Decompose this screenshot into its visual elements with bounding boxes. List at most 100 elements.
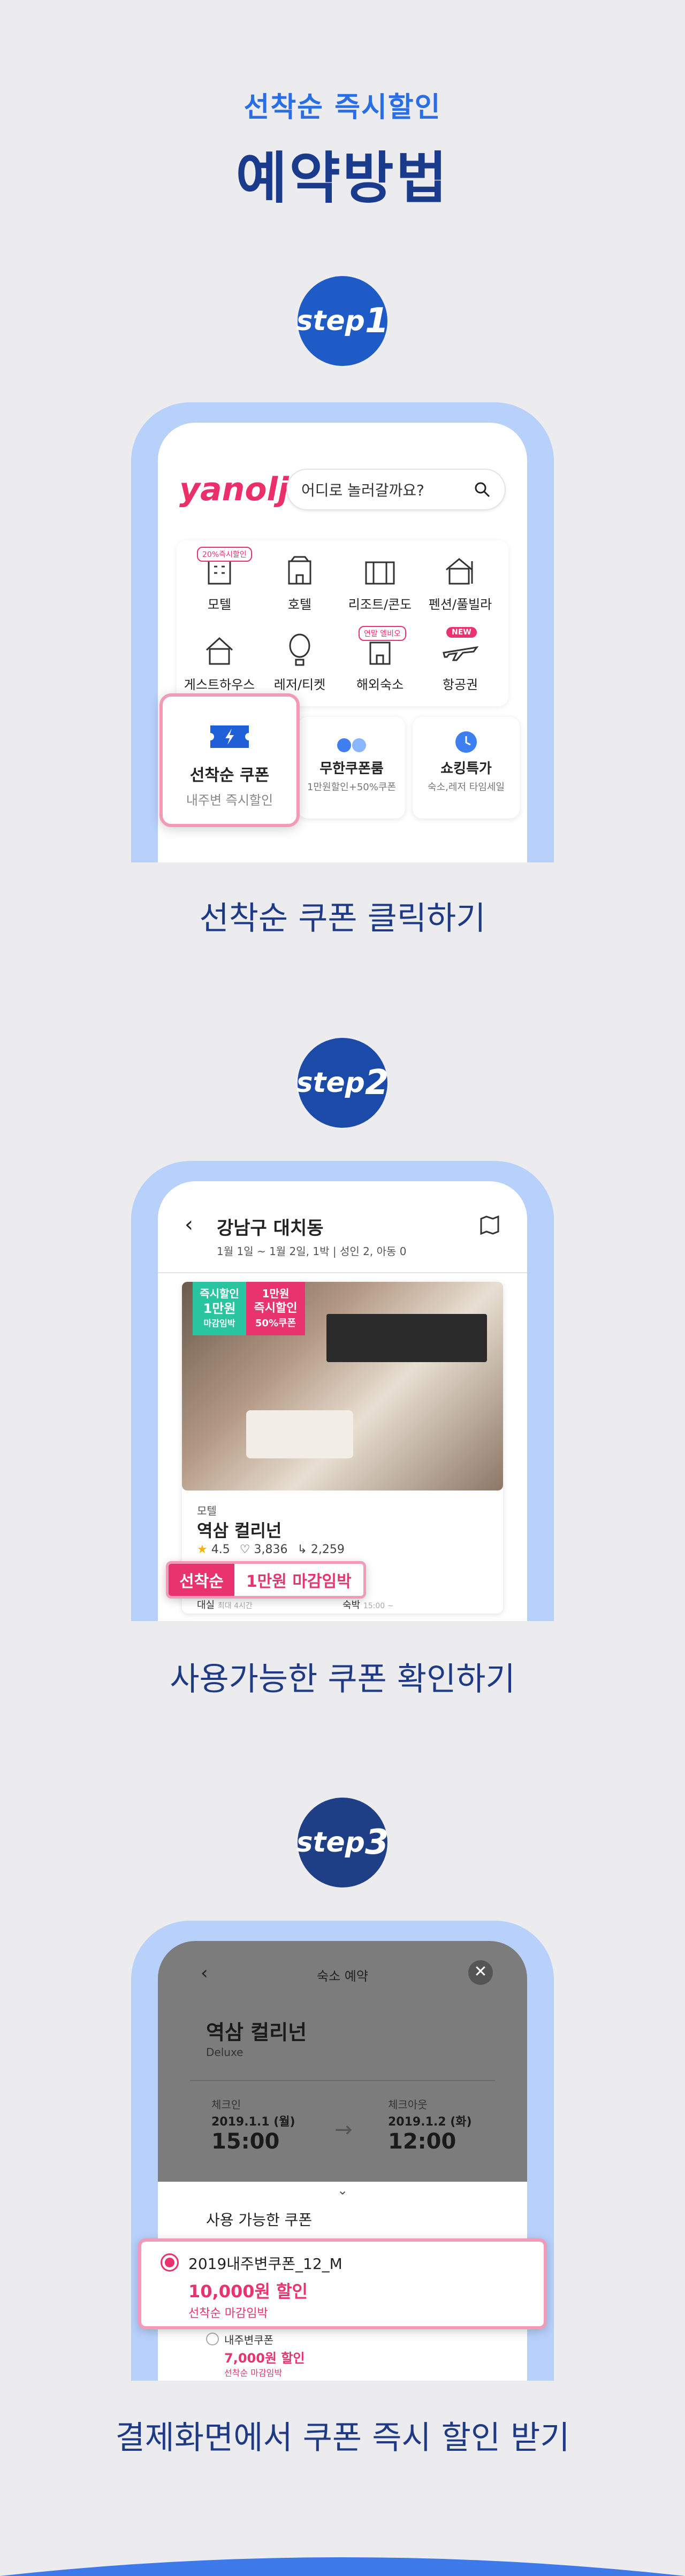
step-3-caption: 결제화면에서 쿠폰 즉시 할인 받기 xyxy=(115,2419,570,2457)
category-motel[interactable]: 20%즉시할인 모텔 xyxy=(182,547,257,613)
likes: ↳ 2,259 xyxy=(297,1543,344,1556)
review-count: 3,836 xyxy=(254,1543,288,1556)
card-subtitle: 숙소,레저 타임세일 xyxy=(428,782,505,793)
category-label: 게스트하우스 xyxy=(184,677,255,692)
coupon-ticket-icon xyxy=(210,725,249,748)
promo-badge: 연말 엘비오 xyxy=(359,626,406,641)
card-subtitle: 1만원할인+50%쿠폰 xyxy=(307,782,396,793)
tag-line: 즉시할인 xyxy=(254,1302,298,1315)
selected-coupon-card[interactable]: 2019내주변쿠폰_12_M 10,000원 할인 선착순 마감임박 xyxy=(138,2238,547,2329)
step-label: step xyxy=(296,1826,365,1859)
coupon1-amount: 10,000원 할인 xyxy=(188,2281,308,2302)
category-label: 리조트/콘도 xyxy=(348,597,412,612)
card-title: 무한쿠폰룸 xyxy=(319,761,384,777)
category-leisure[interactable]: 레저/티켓 xyxy=(262,631,337,693)
hotel-category: 모텔 xyxy=(197,1504,217,1517)
share-icon: ↳ xyxy=(297,1543,307,1556)
hotel-stats: ★ 4.5 ♡ 3,836 ↳ 2,259 xyxy=(197,1543,345,1556)
tag-line: 1만원 xyxy=(203,1301,236,1316)
first-come-coupon-card[interactable]: 선착순 쿠폰 내주변 즉시할인 xyxy=(159,693,300,827)
coupons-title: 사용 가능한 쿠폰 xyxy=(206,2211,313,2229)
tag-line: 즉시할인 xyxy=(200,1287,239,1300)
comment-icon: ♡ xyxy=(239,1543,250,1556)
star-icon: ★ xyxy=(197,1543,208,1556)
coupon-label: 선착순 xyxy=(169,1564,234,1596)
coupon-callout[interactable]: 선착순 1만원 마감임박 xyxy=(166,1561,366,1599)
resort-icon xyxy=(365,561,395,585)
checkout-time: 12:00 xyxy=(388,2129,456,2154)
card-subtitle: 내주변 즉시할인 xyxy=(186,793,273,808)
card-title: 선착순 쿠폰 xyxy=(189,766,270,785)
card-title: 쇼킹특가 xyxy=(440,761,492,777)
search-icon xyxy=(475,482,490,498)
checkout-label: 체크아웃 xyxy=(388,2098,428,2111)
coupon-value: 1만원 마감임박 xyxy=(246,1572,352,1591)
step-1-caption: 선착순 쿠폰 클릭하기 xyxy=(199,900,486,937)
category-resort[interactable]: 리조트/콘도 xyxy=(342,551,417,613)
promo-badge: 20%즉시할인 xyxy=(197,547,252,562)
coupon-tag: 1만원 즉시할인 50%쿠폰 xyxy=(246,1282,305,1335)
arrow-right-icon: → xyxy=(334,2118,353,2142)
room-type: Deluxe xyxy=(206,2046,243,2059)
rating: ★ 4.5 xyxy=(197,1543,230,1556)
step-3-badge: step 3 xyxy=(296,1798,389,1887)
location-title: 강남구 대치동 xyxy=(217,1218,324,1239)
rating-value: 4.5 xyxy=(211,1543,230,1556)
page-subtitle: 선착순 즉시할인 xyxy=(243,91,442,124)
search-placeholder: 어디로 놀러갈까요? xyxy=(301,481,424,499)
coupon2-amount: 7,000원 할인 xyxy=(224,2351,305,2366)
rent-label: 대실 최대 4시간 xyxy=(197,1600,253,1611)
category-overseas[interactable]: 연말 엘비오 해외숙소 xyxy=(342,626,417,693)
step-1-badge: step 1 xyxy=(296,276,389,366)
header-divider xyxy=(158,1272,527,1273)
page-title: 예약방법 xyxy=(235,146,450,211)
booking-hotel-name: 역삼 컬리넌 xyxy=(206,2021,307,2044)
step-2-caption: 사용가능한 쿠폰 확인하기 xyxy=(170,1661,515,1698)
coupon1-radio[interactable] xyxy=(161,2253,179,2272)
coupon1-note: 선착순 마감임박 xyxy=(188,2307,268,2320)
category-label: 모텔 xyxy=(207,597,232,612)
step-number: 1 xyxy=(364,301,389,341)
tag-line: 마감임박 xyxy=(203,1318,235,1328)
date-summary: 1월 1일 ~ 1월 2일, 1박 | 성인 2, 아동 0 xyxy=(217,1245,407,1258)
tag-line: 50%쿠폰 xyxy=(255,1318,296,1329)
step-number: 3 xyxy=(364,1823,389,1862)
reviews: ♡ 3,836 xyxy=(240,1543,288,1556)
airplane-icon xyxy=(443,646,479,661)
category-guesthouse[interactable]: 게스트하우스 xyxy=(182,631,257,693)
map-icon[interactable] xyxy=(479,1214,500,1236)
category-label: 호텔 xyxy=(287,597,312,612)
category-hotel[interactable]: 호텔 xyxy=(262,551,337,613)
photo-bed xyxy=(246,1410,353,1458)
radio-dot xyxy=(165,2258,174,2267)
stay-label: 숙박 15:00 ~ xyxy=(342,1600,394,1611)
chevron-down-icon[interactable]: ⌄ xyxy=(158,2183,527,2198)
pension-icon xyxy=(446,558,473,585)
search-input[interactable]: 어디로 놀러갈까요? xyxy=(286,469,506,510)
bottom-wave xyxy=(0,2557,685,2576)
infinite-coupon-card[interactable]: 무한쿠폰룸 1만원할인+50%쿠폰 xyxy=(298,717,405,819)
divider xyxy=(190,2080,495,2081)
step-label: step xyxy=(296,1067,365,1099)
clock-icon xyxy=(455,731,477,753)
hotel-icon xyxy=(288,556,311,585)
infinity-icon xyxy=(337,738,366,752)
category-flight[interactable]: NEW 항공권 xyxy=(423,627,498,693)
checkin-time: 15:00 xyxy=(211,2129,280,2154)
shocking-deal-card[interactable]: 쇼킹특가 숙소,레저 타임세일 xyxy=(413,717,520,819)
photo-window xyxy=(326,1314,487,1362)
category-pension[interactable]: 펜션/풀빌라 xyxy=(423,551,498,613)
tag-line: 1만원 xyxy=(262,1287,290,1300)
coupon2-name: 내주변쿠폰 xyxy=(224,2334,273,2346)
instant-discount-tag: 즉시할인 1만원 마감임박 xyxy=(193,1282,246,1335)
back-icon[interactable]: ‹ xyxy=(185,1212,193,1237)
close-icon[interactable]: ✕ xyxy=(468,1960,493,1985)
hotel-name: 역삼 컬리넌 xyxy=(197,1520,282,1541)
like-count: 2,259 xyxy=(310,1543,345,1556)
screen-2: ‹ 강남구 대치동 1월 1일 ~ 1월 2일, 1박 | 성인 2, 아동 0… xyxy=(158,1181,527,1621)
coupon2-radio[interactable] xyxy=(206,2333,219,2345)
checkout-date: 2019.1.2 (화) xyxy=(388,2115,472,2129)
guesthouse-icon xyxy=(206,637,233,665)
category-label: 해외숙소 xyxy=(356,677,404,692)
new-badge: NEW xyxy=(446,627,477,638)
